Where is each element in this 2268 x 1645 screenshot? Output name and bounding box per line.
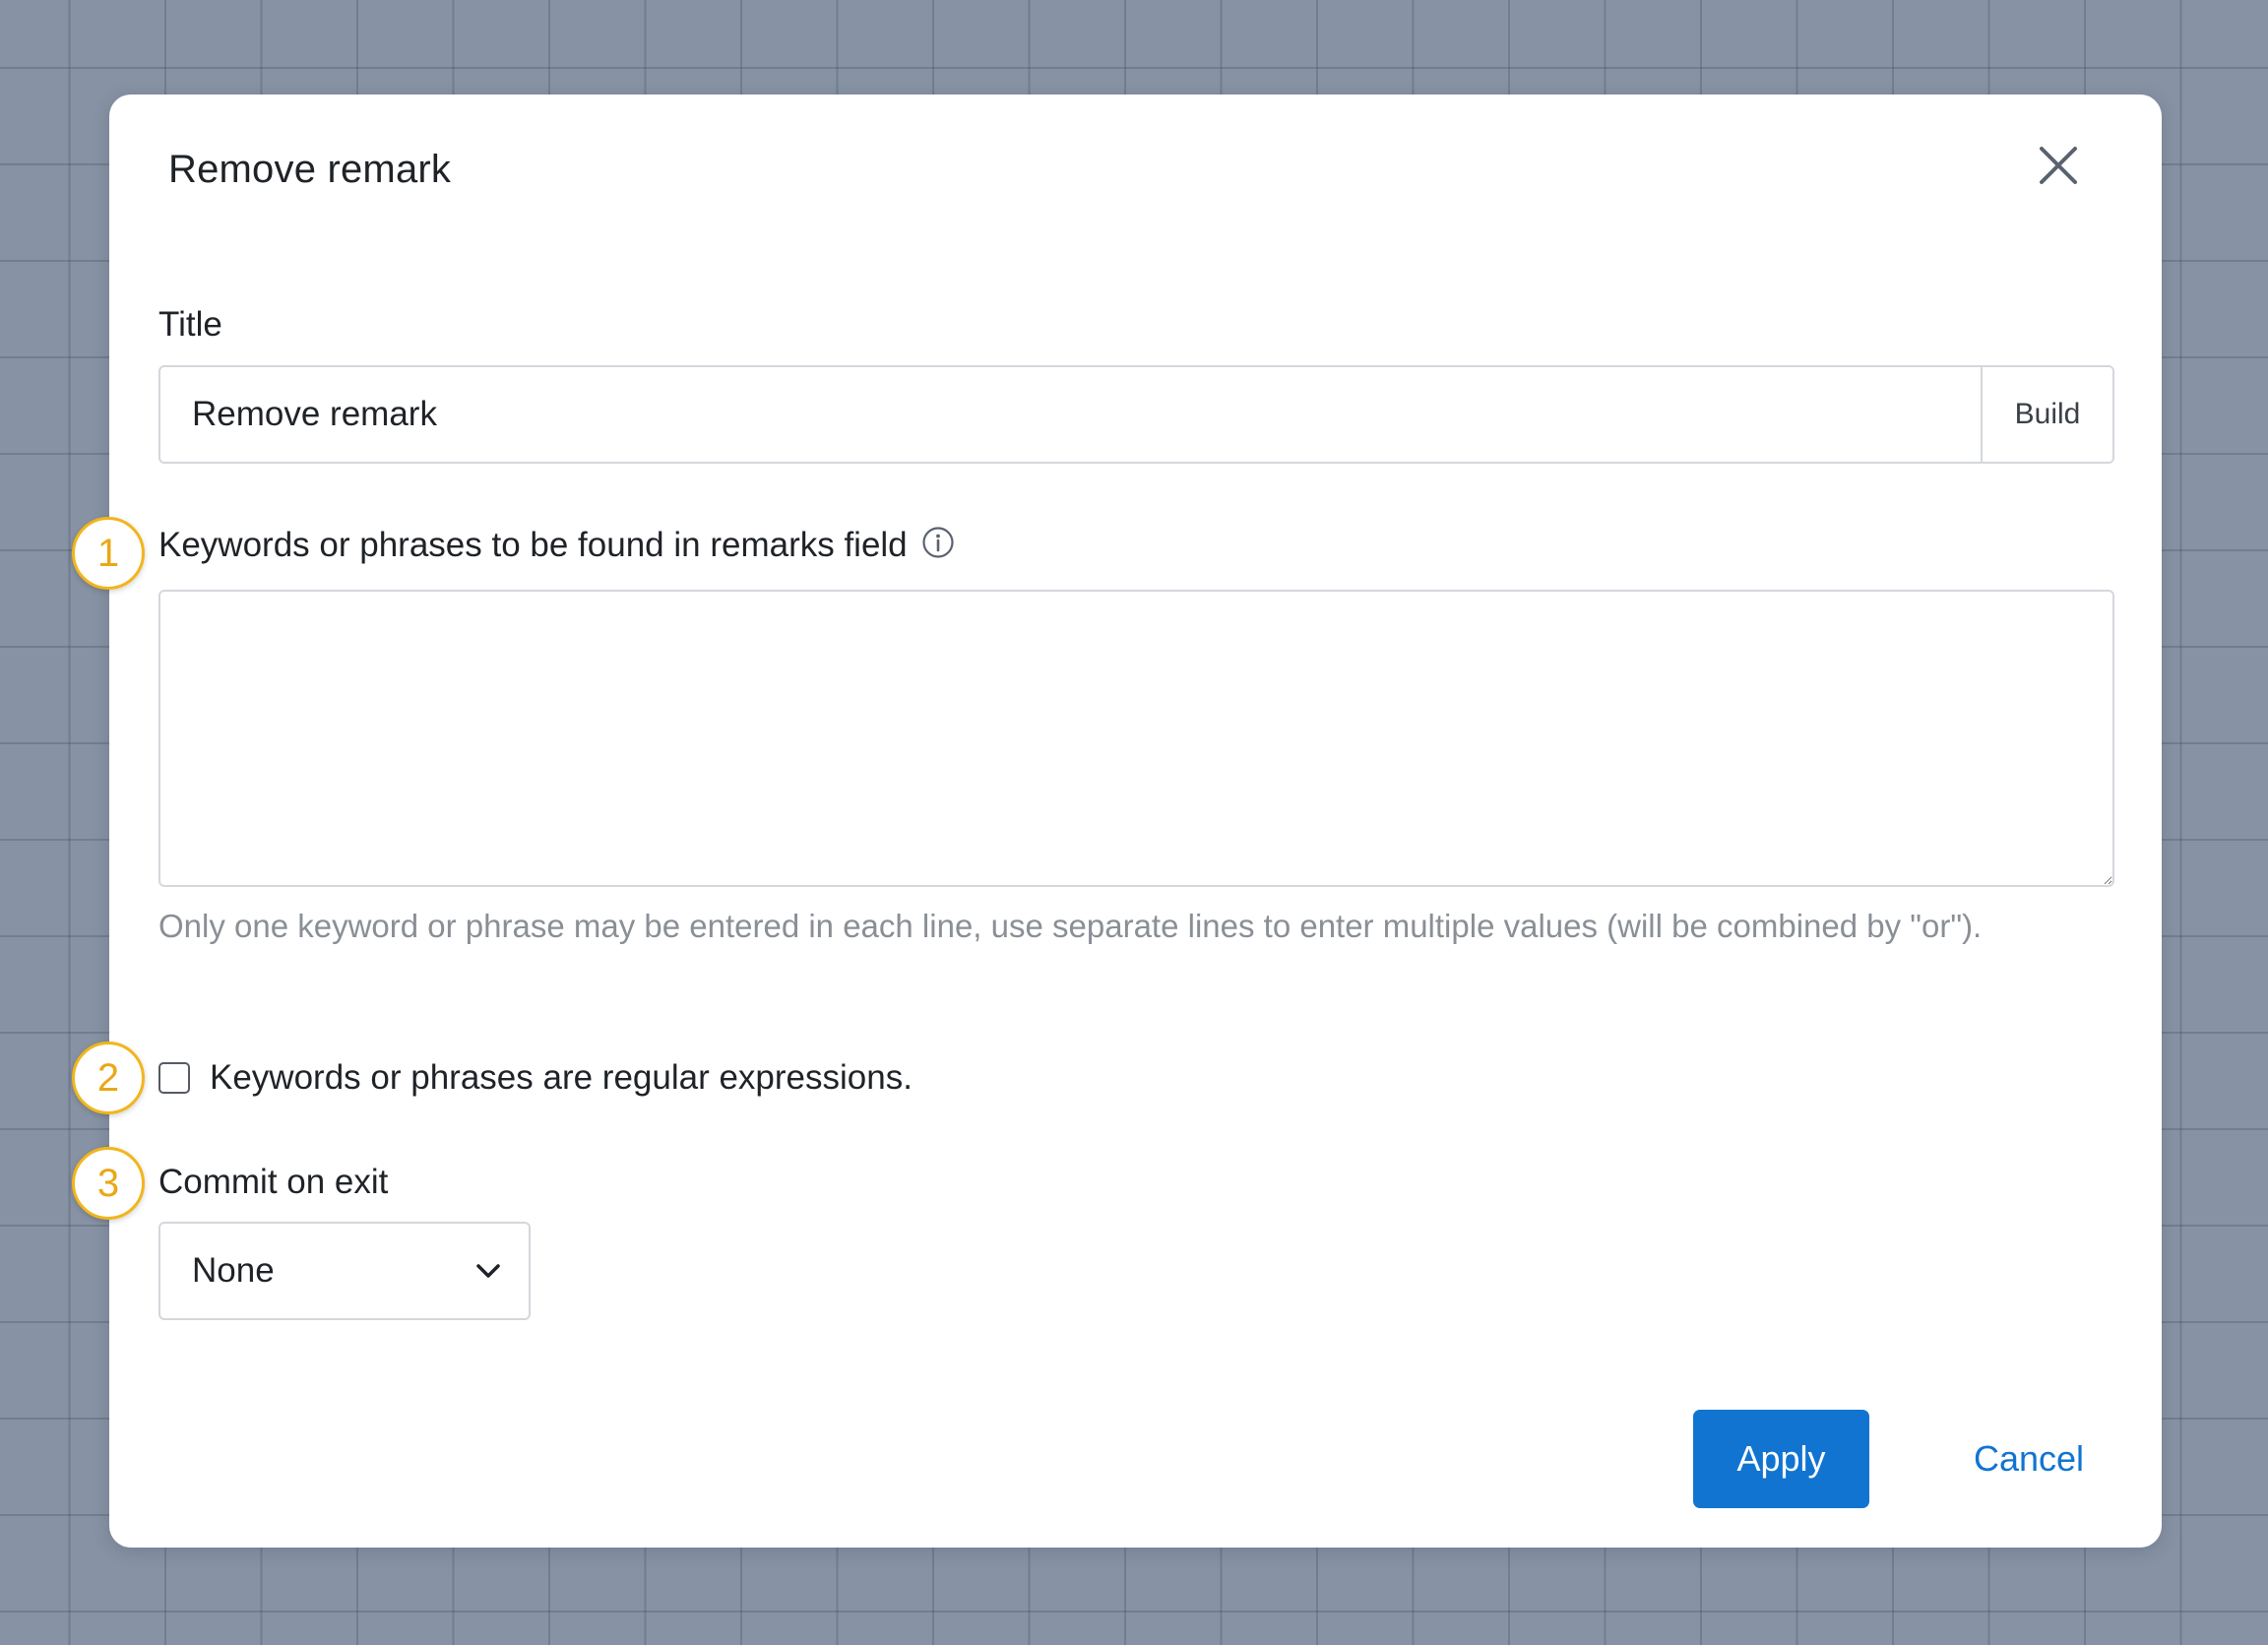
build-button[interactable]: Build	[1981, 367, 2112, 462]
commit-on-exit-select[interactable]: None	[158, 1222, 531, 1320]
commit-selected-value: None	[192, 1251, 275, 1290]
title-input[interactable]	[160, 367, 1981, 462]
regex-checkbox-label[interactable]: Keywords or phrases are regular expressi…	[210, 1058, 913, 1098]
step-badge-1: 1	[72, 517, 145, 590]
info-icon[interactable]	[921, 526, 955, 559]
close-icon	[2040, 147, 2077, 184]
cancel-button[interactable]: Cancel	[1950, 1410, 2108, 1508]
chevron-down-icon	[476, 1264, 500, 1278]
keywords-field-label: Keywords or phrases to be found in remar…	[158, 526, 908, 564]
keywords-help-text: Only one keyword or phrase may be entere…	[158, 908, 1983, 944]
keywords-textarea[interactable]	[158, 590, 2114, 887]
keywords-label-row: Keywords or phrases to be found in remar…	[158, 526, 955, 565]
regex-option-row: Keywords or phrases are regular expressi…	[158, 1058, 913, 1098]
apply-button[interactable]: Apply	[1693, 1410, 1869, 1508]
title-field-label: Title	[158, 305, 222, 344]
regex-checkbox[interactable]	[158, 1062, 190, 1094]
step-badge-3: 3	[72, 1147, 145, 1220]
title-input-group: Build	[158, 365, 2114, 464]
close-button[interactable]	[2037, 144, 2080, 187]
step-badge-2: 2	[72, 1042, 145, 1114]
dialog-title: Remove remark	[168, 148, 452, 191]
commit-on-exit-label: Commit on exit	[158, 1163, 389, 1201]
remove-remark-dialog: Remove remark Title Build Keywords or ph…	[109, 95, 2162, 1548]
